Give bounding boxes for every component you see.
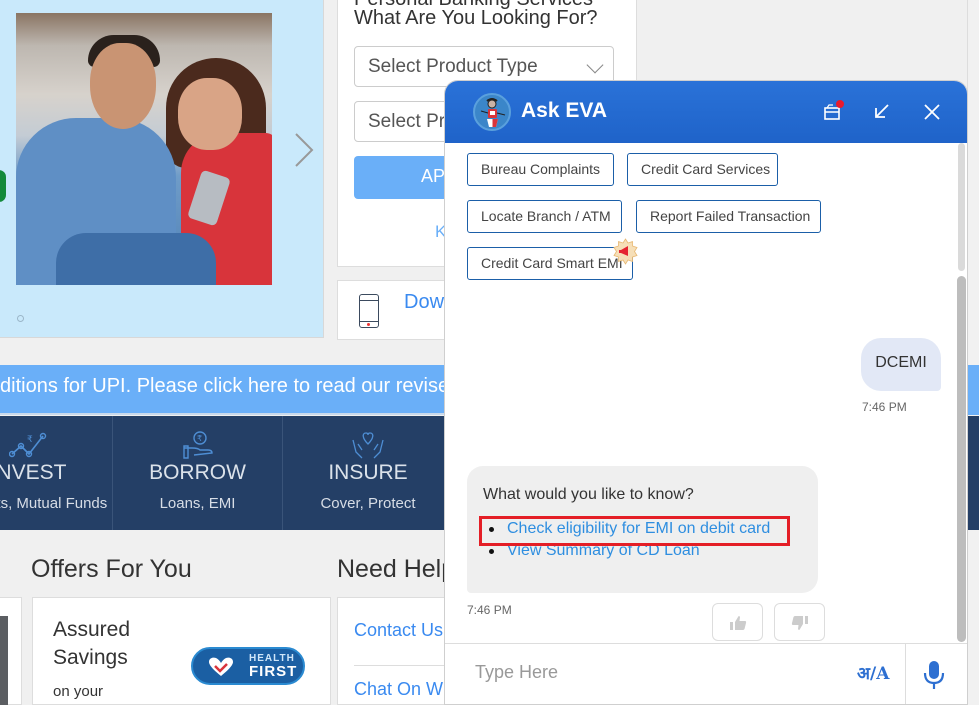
category-borrow[interactable]: ₹ BORROW Loans, EMI	[113, 416, 283, 530]
bot-question: What would you like to know?	[483, 486, 694, 503]
carousel-dot-icon[interactable]	[17, 315, 24, 322]
category-band: ₹ INVEST Deposits, Mutual Funds ₹ BORROW…	[0, 416, 445, 530]
chat-message-input[interactable]	[475, 662, 835, 683]
offer-card-assured-savings[interactable]: Assured Savings on your HEALTH FIRST	[32, 597, 331, 705]
quick-reply-chip[interactable]: Locate Branch / ATM	[467, 200, 622, 233]
hero-banner	[0, 0, 324, 338]
quick-reply-chip[interactable]: Bureau Complaints	[467, 153, 614, 186]
chat-on-whatsapp-link[interactable]: Chat On WhatsApp	[354, 679, 448, 700]
divider	[905, 644, 906, 704]
invest-chart-icon: ₹	[8, 430, 49, 460]
chevron-down-icon	[586, 56, 604, 74]
svg-text:₹: ₹	[27, 434, 33, 444]
quick-reply-chip[interactable]: Credit Card Services	[627, 153, 778, 186]
mobile-phone-icon	[359, 294, 379, 328]
chat-title: Ask EVA	[521, 99, 607, 122]
microphone-icon[interactable]	[919, 658, 949, 692]
product-type-select-value: Select Product Type	[368, 56, 538, 77]
user-message-time: 7:46 PM	[862, 400, 907, 414]
thumbs-up-icon	[730, 616, 747, 630]
chevron-right-icon[interactable]	[290, 130, 320, 170]
bot-message-time: 7:46 PM	[467, 603, 512, 617]
category-subtitle: Cover, Protect	[320, 495, 416, 512]
quick-reply-chip[interactable]: Credit Card Smart EMI	[467, 247, 633, 280]
chat-header: Ask EVA	[445, 81, 967, 143]
chat-messages: Bureau Complaints Credit Card Services L…	[445, 143, 967, 643]
eva-avatar	[473, 93, 511, 131]
quick-reply-chip[interactable]: Report Failed Transaction	[636, 200, 821, 233]
notification-box-icon[interactable]	[819, 99, 845, 125]
chat-scrollbar-track[interactable]	[958, 143, 965, 271]
chat-composer: अ/A	[445, 643, 967, 704]
category-title: INVEST	[0, 461, 67, 484]
finder-title: What Are You Looking For?	[354, 7, 598, 29]
category-title: BORROW	[149, 461, 246, 484]
upi-notice-banner[interactable]: ditions for UPI. Please click here to re…	[0, 365, 445, 415]
hero-prev-indicator	[0, 170, 6, 202]
contact-us-link[interactable]: Contact Us	[354, 620, 443, 641]
heart-icon	[207, 656, 235, 678]
category-subtitle: Deposits, Mutual Funds	[0, 495, 108, 512]
offers-heading: Offers For You	[31, 555, 192, 583]
close-icon[interactable]	[919, 99, 945, 125]
category-insure[interactable]: INSURE Cover, Protect	[283, 416, 453, 530]
hero-image[interactable]	[16, 13, 272, 285]
health-first-logo: HEALTH FIRST	[191, 647, 305, 685]
borrow-hand-coin-icon: ₹	[178, 430, 218, 460]
megaphone-new-badge-icon	[612, 238, 639, 265]
thumbs-down-button[interactable]	[774, 603, 825, 641]
divider	[354, 665, 448, 666]
offer-subtitle: on your	[53, 683, 104, 700]
category-title: INSURE	[328, 461, 408, 484]
thumbs-down-icon	[791, 616, 808, 630]
thumbs-up-button[interactable]	[712, 603, 763, 641]
need-help-card: Contact Us Chat On WhatsApp	[337, 597, 449, 705]
language-toggle-button[interactable]: अ/A	[857, 661, 889, 684]
insure-hands-heart-icon	[348, 430, 388, 460]
ask-eva-chat-window: Ask EVA Bureau Complaints Credit Card Se…	[444, 80, 968, 705]
previous-offer-card[interactable]	[0, 597, 22, 705]
offer-title: Assured Savings	[53, 618, 131, 669]
chat-scrollbar-thumb[interactable]	[957, 276, 966, 642]
notification-badge	[836, 100, 844, 108]
highlighted-option-outline	[479, 516, 790, 546]
category-subtitle: Loans, EMI	[159, 495, 236, 512]
svg-text:₹: ₹	[197, 434, 202, 443]
user-message-bubble: DCEMI	[861, 338, 941, 391]
minimize-icon[interactable]	[869, 99, 895, 125]
notice-text[interactable]: ditions for UPI. Please click here to re…	[0, 375, 445, 397]
page-right-edge	[967, 0, 979, 705]
badge-line2: FIRST	[249, 663, 298, 680]
category-invest[interactable]: ₹ INVEST Deposits, Mutual Funds	[0, 416, 113, 530]
